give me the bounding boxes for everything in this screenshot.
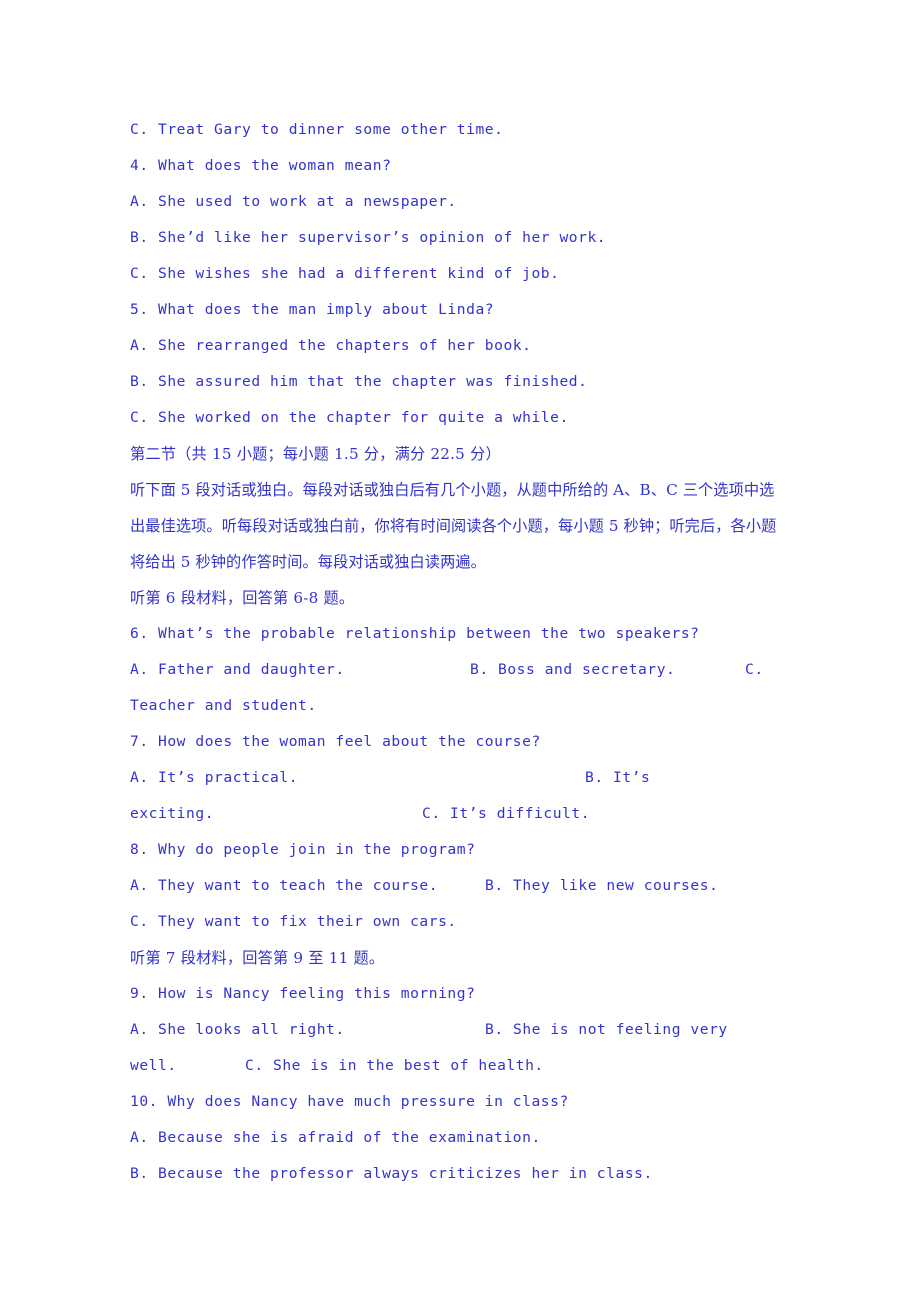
q10-stem: 10. Why does Nancy have much pressure in… (130, 1093, 569, 1110)
q7-options-row-1: A. It’s practical. B. It’s (130, 760, 795, 796)
q7-option-b-part1: B. It’s (585, 769, 651, 786)
q9-option-b-part1: B. She is not feeling very (485, 1021, 728, 1038)
q6-options-row: A. Father and daughter. B. Boss and secr… (130, 652, 795, 688)
q6-option-c-continuation: Teacher and student. (130, 697, 317, 714)
instructions-line-2: 出最佳选项。听每段对话或独白前，你将有时间阅读各个小题，每小题 5 秒钟；听完后… (130, 517, 777, 535)
q5-stem: 5. What does the man imply about Linda? (130, 301, 495, 318)
q4-option-b: B. She’d like her supervisor’s opinion o… (130, 229, 607, 246)
q5-option-c: C. She worked on the chapter for quite a… (130, 409, 569, 426)
q3-option-c: C. Treat Gary to dinner some other time. (130, 121, 504, 138)
q9-stem: 9. How is Nancy feeling this morning? (130, 985, 476, 1002)
q9-options-row-2: well. C. She is in the best of health. (130, 1048, 795, 1084)
q8-options-row: A. They want to teach the course. B. The… (130, 868, 795, 904)
q6-option-a: A. Father and daughter. (130, 661, 345, 678)
q9-option-c: C. She is in the best of health. (245, 1057, 544, 1074)
exam-content-body: C. Treat Gary to dinner some other time.… (130, 112, 795, 1192)
q5-option-b: B. She assured him that the chapter was … (130, 373, 588, 390)
q4-option-c: C. She wishes she had a different kind o… (130, 265, 560, 282)
q7-option-b-part2: exciting. (130, 805, 215, 822)
q5-option-a: A. She rearranged the chapters of her bo… (130, 337, 532, 354)
q7-stem: 7. How does the woman feel about the cou… (130, 733, 541, 750)
q4-stem: 4. What does the woman mean? (130, 157, 392, 174)
document-page: C. Treat Gary to dinner some other time.… (0, 0, 920, 1302)
q10-option-a: A. Because she is afraid of the examinat… (130, 1129, 541, 1146)
q8-option-c: C. They want to fix their own cars. (130, 913, 457, 930)
q7-option-a: A. It’s practical. (130, 769, 299, 786)
instructions-line-1: 听下面 5 段对话或独白。每段对话或独白后有几个小题，从题中所给的 A、B、C … (130, 481, 775, 499)
q4-option-a: A. She used to work at a newspaper. (130, 193, 457, 210)
q9-options-row-1: A. She looks all right. B. She is not fe… (130, 1012, 795, 1048)
q6-option-b: B. Boss and secretary. (470, 661, 676, 678)
q8-stem: 8. Why do people join in the program? (130, 841, 476, 858)
q6-option-c-label: C. (745, 661, 764, 678)
instructions-line-3: 将给出 5 秒钟的作答时间。每段对话或独白读两遍。 (130, 553, 486, 571)
q7-options-row-2: exciting. C. It’s difficult. (130, 796, 795, 832)
q9-option-b-part2: well. (130, 1057, 177, 1074)
section-two-heading: 第二节（共 15 小题；每小题 1.5 分，满分 22.5 分） (130, 445, 501, 463)
q10-option-b: B. Because the professor always criticiz… (130, 1165, 653, 1182)
material-7-heading: 听第 7 段材料，回答第 9 至 11 题。 (130, 949, 385, 967)
q8-option-a: A. They want to teach the course. (130, 877, 439, 894)
q6-stem: 6. What’s the probable relationship betw… (130, 625, 700, 642)
q7-option-c: C. It’s difficult. (422, 805, 591, 822)
q9-option-a: A. She looks all right. (130, 1021, 345, 1038)
material-6-heading: 听第 6 段材料，回答第 6-8 题。 (130, 589, 355, 607)
q8-option-b: B. They like new courses. (485, 877, 719, 894)
